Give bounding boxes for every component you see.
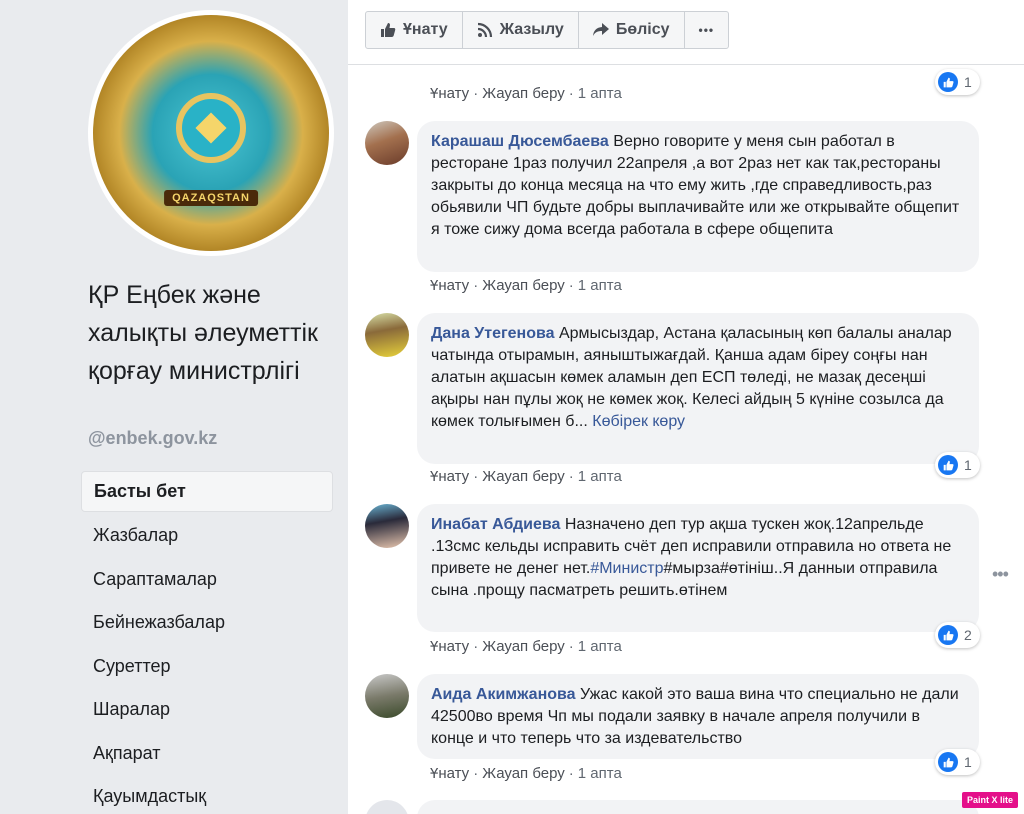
comment-time[interactable]: 1 апта [578,85,622,102]
comment-bubble [417,800,979,814]
nav-item-home[interactable]: Басты бет [81,471,333,512]
reaction-count[interactable]: 1 [935,452,980,478]
comment-author[interactable]: Аида Акимжанова [431,686,576,703]
nav-item-videos[interactable]: Бейнежазбалар [81,601,333,645]
reaction-count[interactable]: 1 [935,749,980,775]
like-page-label: Ұнату [403,21,448,38]
like-reaction-icon [938,72,958,92]
page-title[interactable]: ҚР Еңбек және халықты әлеуметтік қорғау … [88,276,338,390]
thumbs-up-icon [381,23,396,37]
reaction-number: 1 [964,457,972,473]
page-handle[interactable]: @enbek.gov.kz [88,428,217,449]
like-reaction-icon [938,625,958,645]
comment-reply-link[interactable]: Жауап беру [482,765,565,782]
separator: · [568,85,574,102]
commenter-avatar[interactable] [365,674,409,718]
emblem-ribbon: QAZAQSTAN [164,190,258,206]
see-more-link[interactable]: Көбірек көру [592,413,685,430]
page-action-bar: Ұнату Жазылу Бөлісу ••• [365,11,730,49]
comment-reply-link[interactable]: Жауап беру [482,277,565,294]
comment-author[interactable]: Карашаш Дюсембаева [431,133,609,150]
page-profile-picture[interactable]: QAZAQSTAN [88,10,334,256]
separator: · [568,468,574,485]
commenter-avatar[interactable] [365,800,409,814]
subscribe-label: Жазылу [499,21,564,38]
comments-panel: Ұнату Жазылу Бөлісу ••• Ұнату · Жауап беру… [348,0,1024,814]
comment-options-icon[interactable]: ••• [992,564,1009,585]
nav-item-photos[interactable]: Суреттер [81,645,333,689]
comment-like-link[interactable]: Ұнату [430,468,469,485]
comment-time[interactable]: 1 апта [578,468,622,485]
commenter-avatar[interactable] [365,504,409,548]
page-nav: Басты бет Жазбалар Сараптамалар Бейнежаз… [81,471,333,814]
reaction-count[interactable]: 2 [935,622,980,648]
nav-item-community[interactable]: Қауымдастық [81,775,333,814]
comment-bubble: Инабат Абдиева Назначено деп тур ақша ту… [417,504,979,632]
comment-author[interactable]: Инабат Абдиева [431,516,560,533]
like-page-button[interactable]: Ұнату [366,12,463,48]
comment-reply-link[interactable]: Жауап беру [482,85,565,102]
reaction-number: 1 [964,74,972,90]
comment-like-link[interactable]: Ұнату [430,638,469,655]
separator: · [473,85,479,102]
nav-item-events[interactable]: Шаралар [81,688,333,732]
comment-meta: Ұнату · Жауап беру · 1 апта [430,638,622,655]
rss-icon [477,22,492,38]
like-reaction-icon [938,752,958,772]
share-arrow-icon [592,23,609,36]
commenter-avatar[interactable] [365,121,409,165]
separator: · [568,638,574,655]
nav-item-reviews[interactable]: Сараптамалар [81,558,333,602]
subscribe-button[interactable]: Жазылу [463,12,579,48]
more-dots-icon: ••• [698,23,715,37]
reaction-number: 1 [964,754,972,770]
comment-like-link[interactable]: Ұнату [430,277,469,294]
comment-meta: Ұнату · Жауап беру · 1 апта [430,277,622,294]
comment-meta: Ұнату · Жауап беру · 1 апта [430,85,622,102]
comment-author[interactable]: Дана Утегенова [431,325,555,342]
share-button[interactable]: Бөлісу [579,12,685,48]
comment-bubble: Аида Акимжанова Ужас какой это ваша вина… [417,674,979,759]
emblem-sun-shape [176,93,246,163]
divider [348,64,1024,65]
like-reaction-icon [938,455,958,475]
page-sidebar: QAZAQSTAN ҚР Еңбек және халықты әлеуметт… [0,0,348,814]
comment-time[interactable]: 1 апта [578,277,622,294]
share-label: Бөлісу [615,21,670,38]
kazakhstan-emblem-icon: QAZAQSTAN [93,15,329,251]
comment-bubble: Дана Утегенова Армысыздар, Астана қаласы… [417,313,979,464]
more-options-button[interactable]: ••• [685,12,729,48]
comment-time[interactable]: 1 апта [578,765,622,782]
comment-bubble: Карашаш Дюсембаева Верно говорите у меня… [417,121,979,272]
reaction-number: 2 [964,627,972,643]
separator: · [473,638,479,655]
comment-meta: Ұнату · Жауап беру · 1 апта [430,765,622,782]
separator: · [473,277,479,294]
separator: · [473,765,479,782]
commenter-avatar[interactable] [365,313,409,357]
separator: · [568,277,574,294]
comment-time[interactable]: 1 апта [578,638,622,655]
comment-meta: Ұнату · Жауап беру · 1 апта [430,468,622,485]
separator: · [473,468,479,485]
comment-reply-link[interactable]: Жауап беру [482,638,565,655]
comment-reply-link[interactable]: Жауап беру [482,468,565,485]
reaction-count[interactable]: 1 [935,69,980,95]
comment-like-link[interactable]: Ұнату [430,765,469,782]
separator: · [568,765,574,782]
hashtag-link[interactable]: #Министр [590,560,663,577]
nav-item-about[interactable]: Ақпарат [81,732,333,776]
comment-like-link[interactable]: Ұнату [430,85,469,102]
paint-x-lite-badge[interactable]: Paint X lite [962,792,1018,808]
nav-item-posts[interactable]: Жазбалар [81,514,333,558]
